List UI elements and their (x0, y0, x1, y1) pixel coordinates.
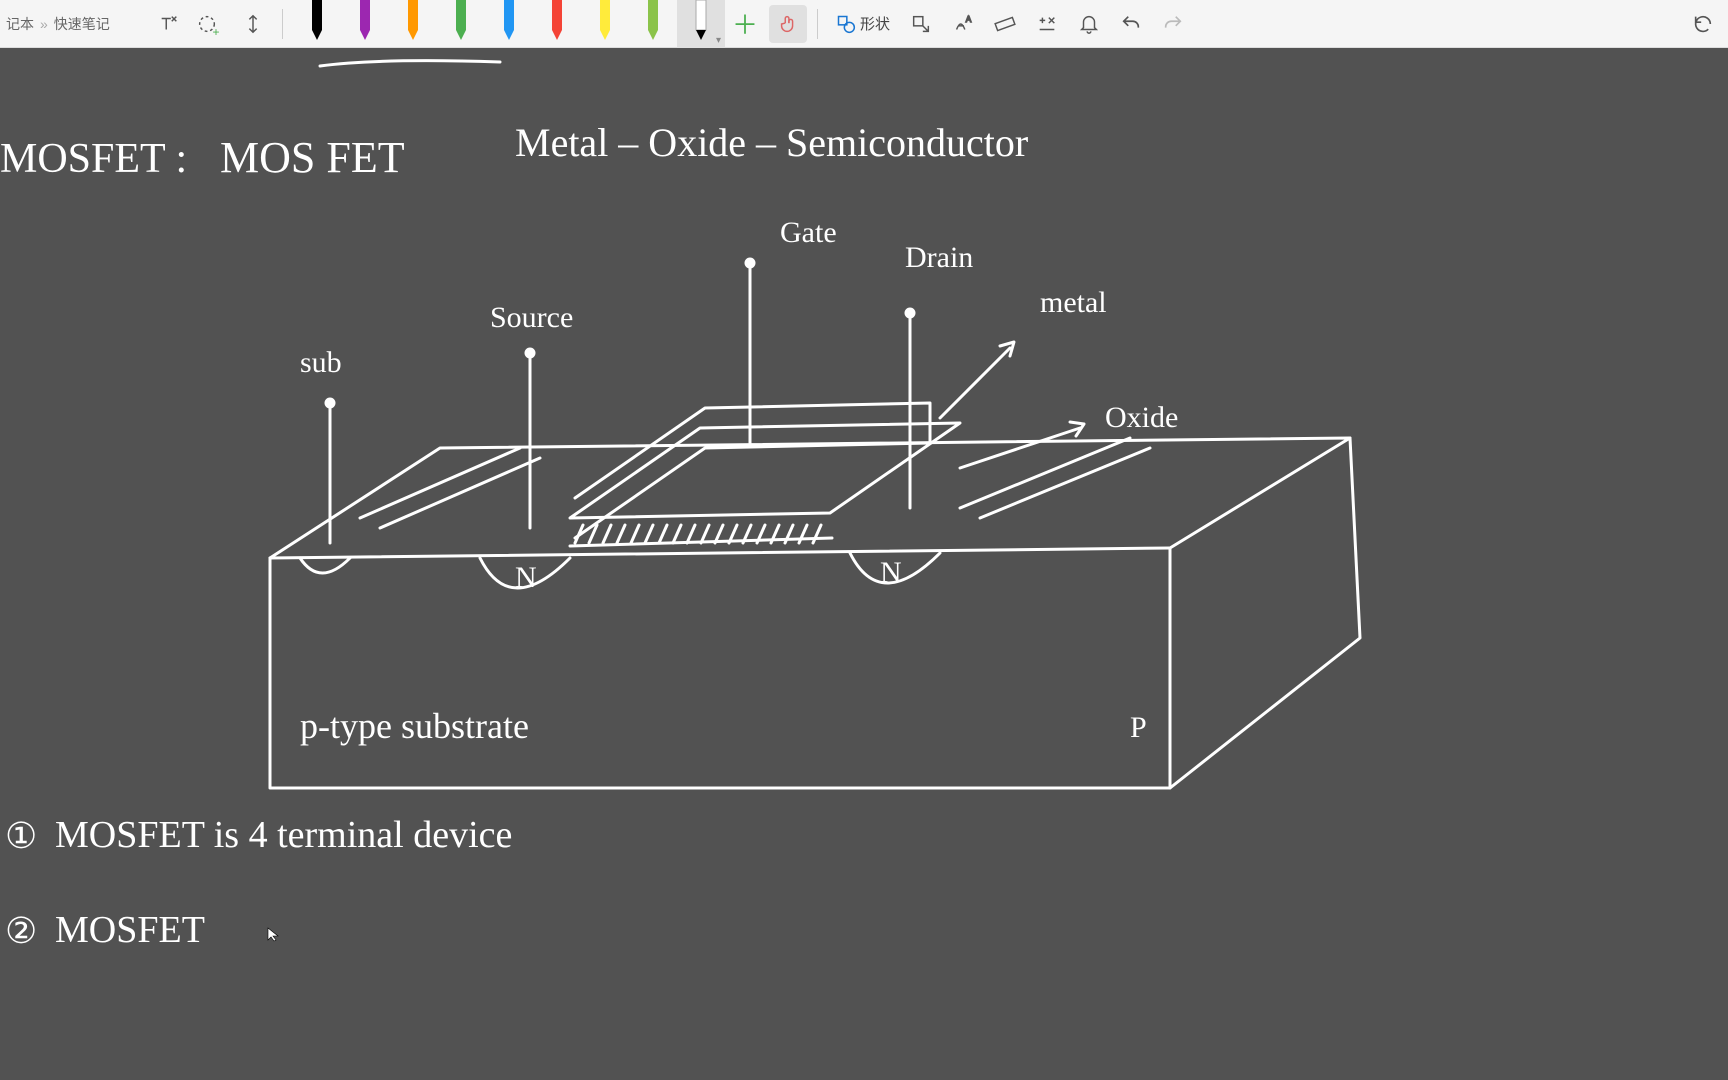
pen-yellow[interactable] (581, 0, 629, 48)
drawing-canvas[interactable]: MOSFET : MOS FET Metal – Oxide – Semicon… (0, 48, 1728, 1080)
math-button[interactable] (1028, 5, 1066, 43)
bullet2-text: MOSFET (55, 911, 205, 949)
insert-space-button[interactable] (234, 5, 272, 43)
label-n1: N (515, 563, 537, 593)
svg-text:A: A (966, 15, 972, 24)
breadcrumb[interactable]: 记本 » 快速笔记 (6, 14, 146, 34)
bullet1-text: MOSFET is 4 terminal device (55, 816, 512, 854)
label-p: P (1130, 713, 1147, 743)
label-source: Source (490, 303, 573, 333)
shapes-label: 形状 (860, 13, 890, 34)
bell-icon[interactable] (1070, 5, 1108, 43)
pen-blue[interactable] (485, 0, 533, 48)
touch-draw-button[interactable] (769, 5, 807, 43)
ink-to-shape-button[interactable] (902, 5, 940, 43)
chevron-down-icon: ▾ (716, 35, 721, 46)
add-pen-button[interactable]: ＋ (725, 4, 765, 44)
pen-red[interactable] (533, 0, 581, 48)
shapes-button[interactable]: 形状 (828, 5, 898, 43)
label-sub: sub (300, 348, 342, 378)
replay-button[interactable] (1684, 5, 1722, 43)
top-toolbar: 记本 » 快速笔记 + (0, 0, 1728, 48)
undo-button[interactable] (1112, 5, 1150, 43)
label-oxide: Oxide (1105, 403, 1178, 433)
note-title-left: MOSFET : (0, 138, 187, 180)
label-ptype: p-type substrate (300, 708, 529, 744)
ruler-button[interactable] (986, 5, 1024, 43)
pen-white[interactable]: ▾ (677, 0, 725, 48)
pen-purple[interactable] (341, 0, 389, 48)
pen-black[interactable] (293, 0, 341, 48)
label-gate: Gate (780, 218, 837, 248)
bullet1-num: ① (5, 818, 37, 854)
breadcrumb-notebook: 记本 (6, 14, 34, 34)
label-drain: Drain (905, 243, 973, 273)
redo-button[interactable] (1154, 5, 1192, 43)
pen-lightgreen[interactable] (629, 0, 677, 48)
text-tool-button[interactable] (150, 5, 188, 43)
label-n2: N (880, 558, 902, 588)
lasso-tool-button[interactable]: + (192, 5, 230, 43)
breadcrumb-separator: » (40, 16, 48, 32)
ink-to-text-button[interactable]: A (944, 5, 982, 43)
note-title-right: Metal – Oxide – Semiconductor (515, 123, 1028, 163)
note-title-mid: MOS FET (220, 136, 405, 180)
toolbar-divider (282, 9, 283, 39)
ink-strokes (0, 48, 1728, 1080)
bullet2-num: ② (5, 913, 37, 949)
mouse-cursor-icon (266, 926, 282, 942)
toolbar-divider-2 (817, 9, 818, 39)
breadcrumb-page: 快速笔记 (54, 14, 110, 34)
pen-orange[interactable] (389, 0, 437, 48)
pen-palette: ▾ ＋ (293, 0, 765, 48)
pen-green[interactable] (437, 0, 485, 48)
label-metal: metal (1040, 288, 1107, 318)
